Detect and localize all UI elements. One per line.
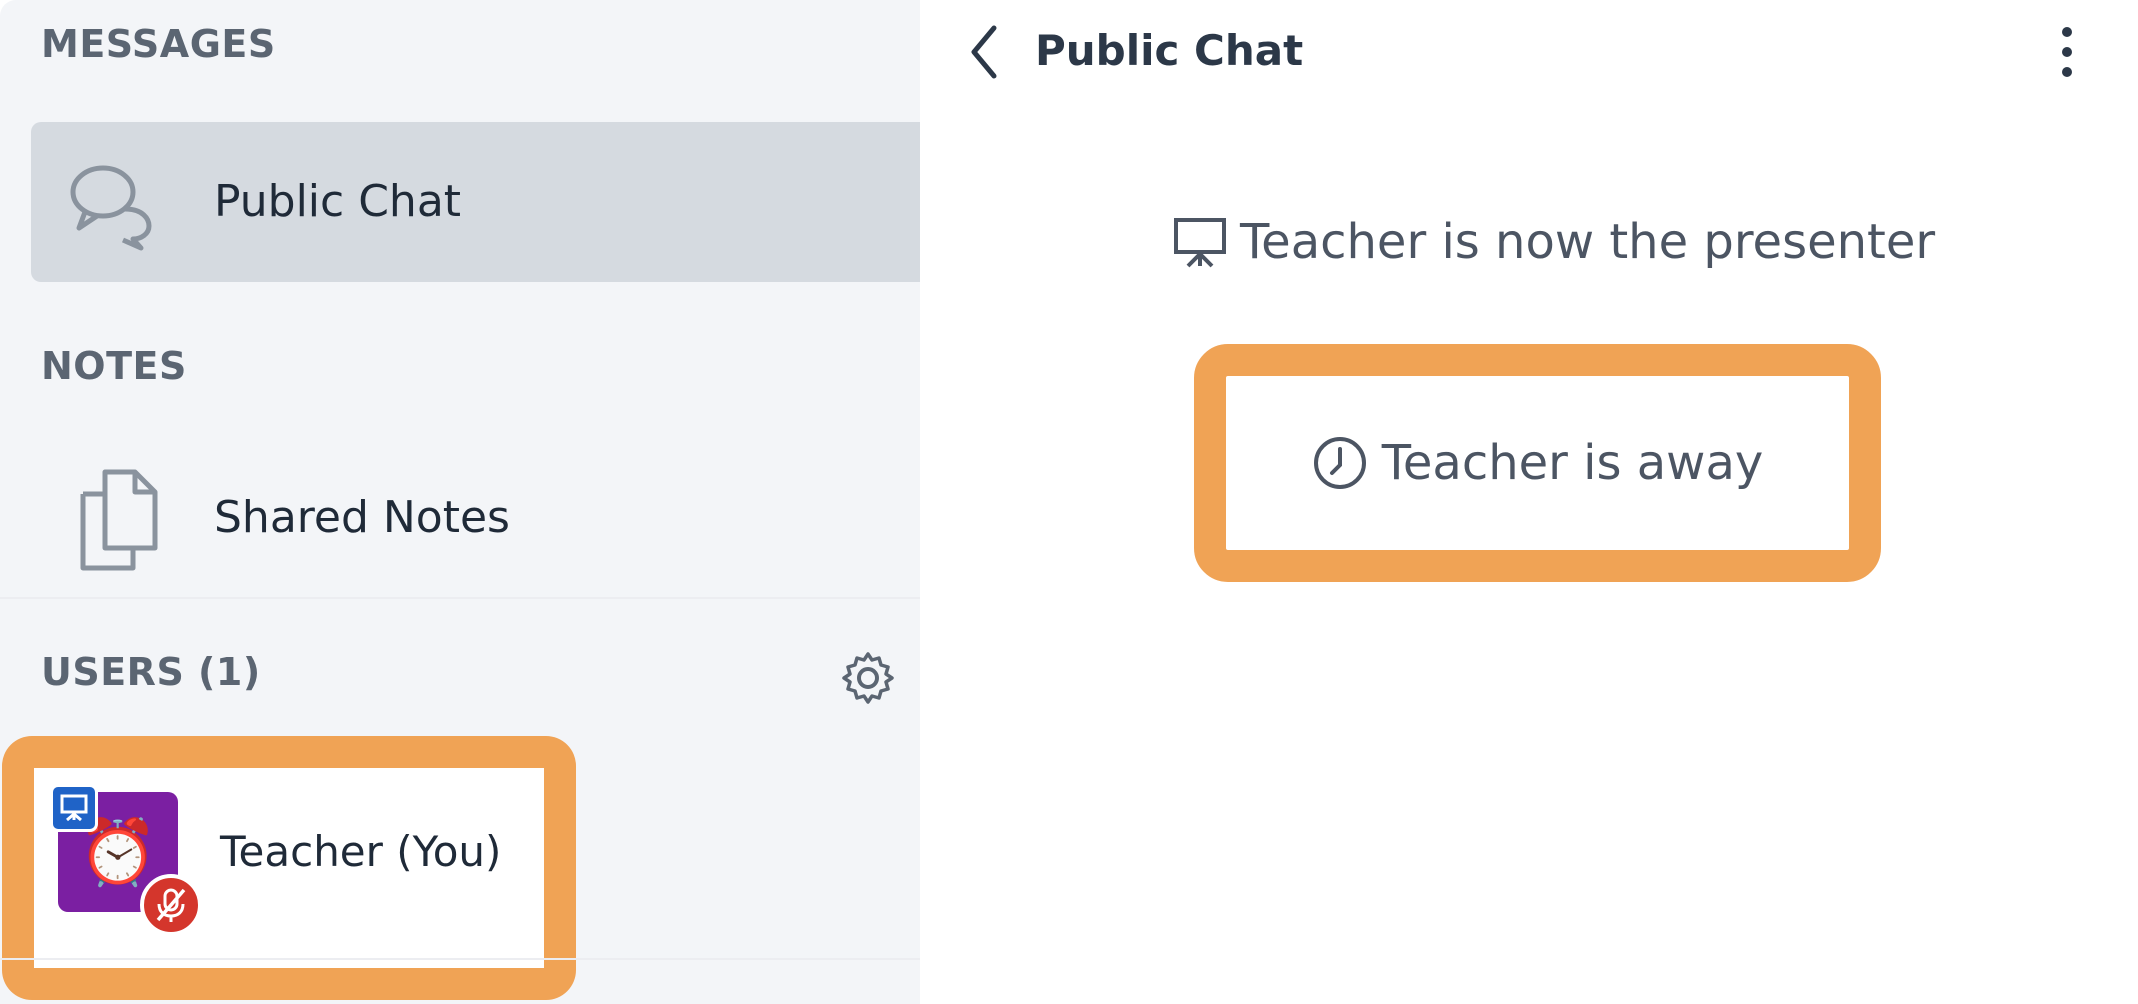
clock-icon: [1313, 437, 1366, 489]
muted-microphone-icon: [140, 874, 202, 936]
chat-panel: Public Chat Teacher is now the presenter…: [920, 0, 2138, 1004]
user-name[interactable]: Teacher (You): [220, 827, 501, 876]
divider: [0, 597, 920, 599]
presentation-icon: [1174, 218, 1226, 268]
sidebar-item-shared-notes[interactable]: Shared Notes: [31, 440, 920, 600]
messages-section-title: MESSAGES: [41, 22, 276, 66]
gear-icon[interactable]: [840, 650, 896, 706]
away-message-highlight: Teacher is away: [1194, 344, 1881, 582]
users-section-title: USERS (1): [41, 650, 261, 694]
sidebar: MESSAGES Public Chat NOTES Shared Notes …: [0, 0, 920, 1004]
system-message-text: Teacher is away: [1381, 435, 1764, 491]
notes-section-title: NOTES: [41, 344, 187, 388]
more-options-icon[interactable]: [2052, 22, 2082, 82]
presenter-badge-icon: [50, 784, 98, 832]
sidebar-item-public-chat[interactable]: Public Chat: [31, 122, 920, 282]
system-message-text: Teacher is now the presenter: [1240, 214, 1936, 270]
system-message-away: Teacher is away: [1226, 376, 1849, 550]
chevron-left-icon[interactable]: [964, 22, 1004, 82]
divider: [0, 958, 920, 960]
page-title: Public Chat: [1035, 26, 1304, 75]
chat-bubbles-icon: [70, 165, 152, 251]
documents-icon: [80, 469, 158, 571]
shared-notes-label: Shared Notes: [214, 492, 510, 543]
public-chat-label: Public Chat: [214, 176, 462, 227]
system-message-presenter: Teacher is now the presenter: [1172, 210, 1935, 274]
